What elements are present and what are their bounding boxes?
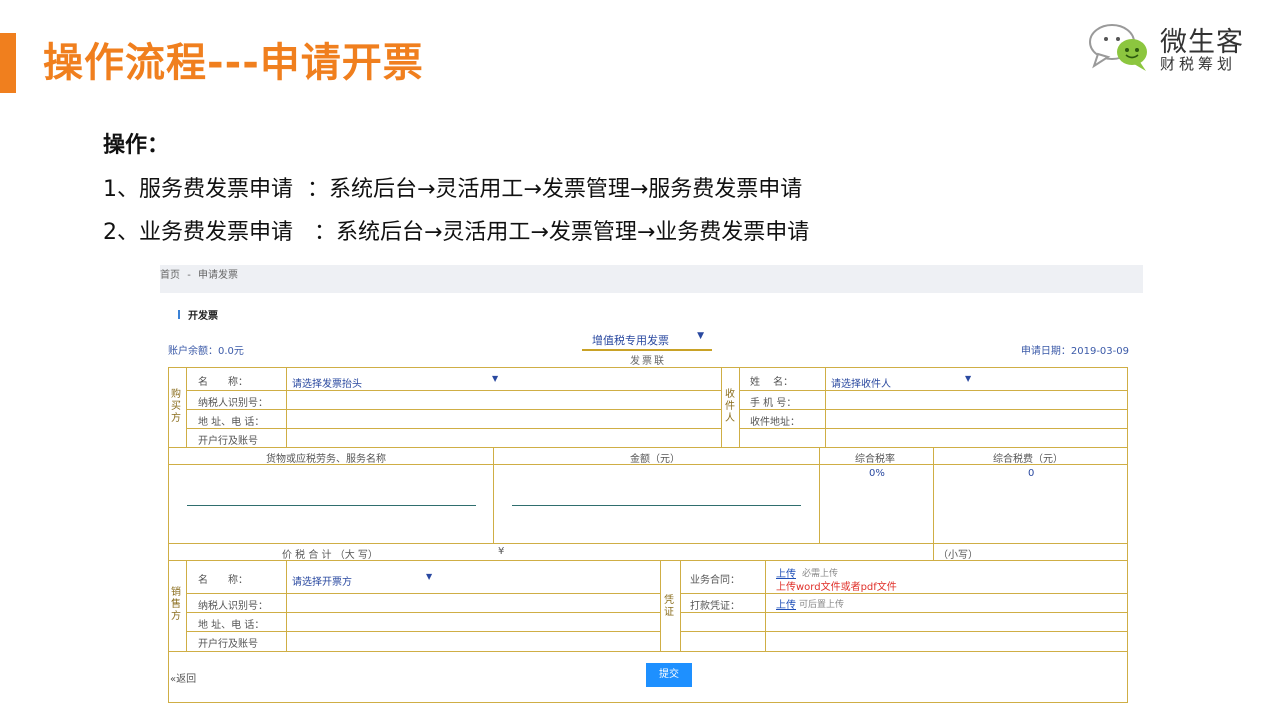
seller-row-line <box>186 631 660 632</box>
receiver-name-select[interactable]: 请选择收件人 <box>831 375 891 390</box>
buyer-name-label: 名 称： <box>198 377 248 388</box>
logo: 微生客 财税筹划 <box>1088 20 1258 76</box>
receiver-phone-label: 手 机 号： <box>750 398 797 409</box>
goods-input-line[interactable] <box>187 505 476 506</box>
voucher-section-label: 凭证 <box>664 595 674 618</box>
back-link[interactable]: «返回 <box>170 670 196 685</box>
rate-column-header: 综合税率 <box>855 454 895 465</box>
seller-bank-label: 开户行及账号 <box>198 639 258 650</box>
seller-label-divider <box>286 560 287 651</box>
buyer-address-label: 地 址、电 话： <box>198 417 265 428</box>
apply-date-label: 申请日期： <box>1020 346 1071 357</box>
seller-row-line <box>186 593 660 594</box>
form-footer-line <box>168 651 1128 652</box>
buyer-divider <box>186 367 187 447</box>
operation-heading: 操作： <box>103 133 170 158</box>
total-lowercase-label: （小写） <box>938 550 978 561</box>
voucher-label-divider <box>765 560 766 651</box>
section-line <box>168 447 1128 448</box>
breadcrumb-current: 申请发票 <box>197 270 238 281</box>
panel-title: 开发票 <box>176 307 218 322</box>
contract-file-note: 上传word文件或者pdf文件 <box>776 582 897 593</box>
receiver-address-label: 收件地址： <box>750 417 800 428</box>
voucher-left-border <box>660 560 661 651</box>
buyer-section-label: 购买方 <box>171 389 181 424</box>
receiver-row-line <box>739 390 1128 391</box>
invoice-type-select[interactable]: 增值税专用发票 ▼ <box>582 329 712 351</box>
seller-address-label: 地 址、电 话： <box>198 620 265 631</box>
receiver-divider <box>739 367 740 447</box>
seller-divider <box>186 560 187 651</box>
voucher-row-line <box>680 593 1128 594</box>
buyer-taxid-label: 纳税人识别号： <box>198 398 268 409</box>
seller-row-line <box>186 612 660 613</box>
voucher-divider <box>680 560 681 651</box>
payment-label: 打款凭证： <box>690 601 740 612</box>
receiver-section-label: 收件人 <box>725 389 735 424</box>
chevron-down-icon: ▼ <box>697 331 704 341</box>
buyer-row-line <box>186 409 721 410</box>
buyer-row-line <box>186 428 721 429</box>
breadcrumb-home[interactable]: 首页 <box>160 270 180 281</box>
chevron-down-icon[interactable]: ▼ <box>965 374 971 383</box>
breadcrumb-separator: - <box>187 270 191 281</box>
invoice-type-value: 增值税专用发票 <box>592 334 669 347</box>
items-body-line <box>168 543 1128 544</box>
total-yen-sign: ¥ <box>498 546 505 557</box>
step-business-fee: 2、业务费发票申请 ：系统后台→灵活用工→发票管理→业务费发票申请 <box>103 220 810 245</box>
tax-value: 0 <box>1028 468 1035 479</box>
contract-label: 业务合同： <box>690 575 740 586</box>
buyer-bank-label: 开户行及账号 <box>198 436 258 447</box>
receiver-row-line <box>739 409 1128 410</box>
voucher-row-line <box>680 612 1128 613</box>
invoice-app-screenshot: 首页 - 申请发票 开发票 账户余额：0.0元 增值税专用发票 ▼ 发票联 申请… <box>160 265 1143 712</box>
receiver-row-line <box>739 428 1128 429</box>
apply-date: 申请日期：2019-03-09 <box>1021 342 1129 357</box>
total-uppercase-label: 价 税 合 计 （大 写） <box>282 550 378 561</box>
receiver-name-label: 姓 名： <box>750 377 794 388</box>
slide-title: 操作流程---申请开票 <box>43 40 424 86</box>
goods-column-header: 货物或应税劳务、服务名称 <box>266 454 386 465</box>
buyer-row-line <box>186 390 721 391</box>
panel-title-text: 开发票 <box>188 311 218 322</box>
invoice-copy-label: 发票联 <box>630 356 666 367</box>
amount-column-header: 金额（元） <box>630 454 680 465</box>
chevron-down-icon[interactable]: ▼ <box>426 572 432 581</box>
rate-value: 0% <box>869 468 885 479</box>
chat-bubbles-icon <box>1089 24 1147 71</box>
payment-hint: 可后置上传 <box>799 600 845 610</box>
account-balance: 账户余额：0.0元 <box>168 346 244 357</box>
seller-section-label: 销售方 <box>171 587 181 622</box>
step-service-fee: 1、服务费发票申请 ：系统后台→灵活用工→发票管理→服务费发票申请 <box>103 177 803 202</box>
invoice-form-border <box>168 367 1128 703</box>
voucher-row-line <box>680 631 1128 632</box>
amount-input-line[interactable] <box>512 505 801 506</box>
breadcrumb: 首页 - 申请发票 <box>160 265 1143 293</box>
seller-taxid-label: 纳税人识别号： <box>198 601 268 612</box>
apply-date-value: 2019-03-09 <box>1070 346 1129 357</box>
title-accent-bar <box>0 33 16 93</box>
seller-name-select[interactable]: 请选择开票方 <box>292 573 352 588</box>
buyer-label-divider <box>286 367 287 447</box>
receiver-label-divider <box>825 367 826 447</box>
logo-subtitle: 财税筹划 <box>1160 55 1237 73</box>
items-col-line <box>493 447 494 543</box>
items-col-line <box>819 447 820 543</box>
seller-name-label: 名 称： <box>198 575 248 586</box>
receiver-left-border <box>721 367 722 447</box>
payment-upload-link[interactable]: 上传 <box>776 596 796 611</box>
submit-button[interactable]: 提交 <box>646 663 692 687</box>
buyer-name-select[interactable]: 请选择发票抬头 <box>292 375 362 390</box>
tax-column-header: 综合税费（元） <box>993 454 1063 465</box>
chevron-down-icon[interactable]: ▼ <box>492 374 498 383</box>
